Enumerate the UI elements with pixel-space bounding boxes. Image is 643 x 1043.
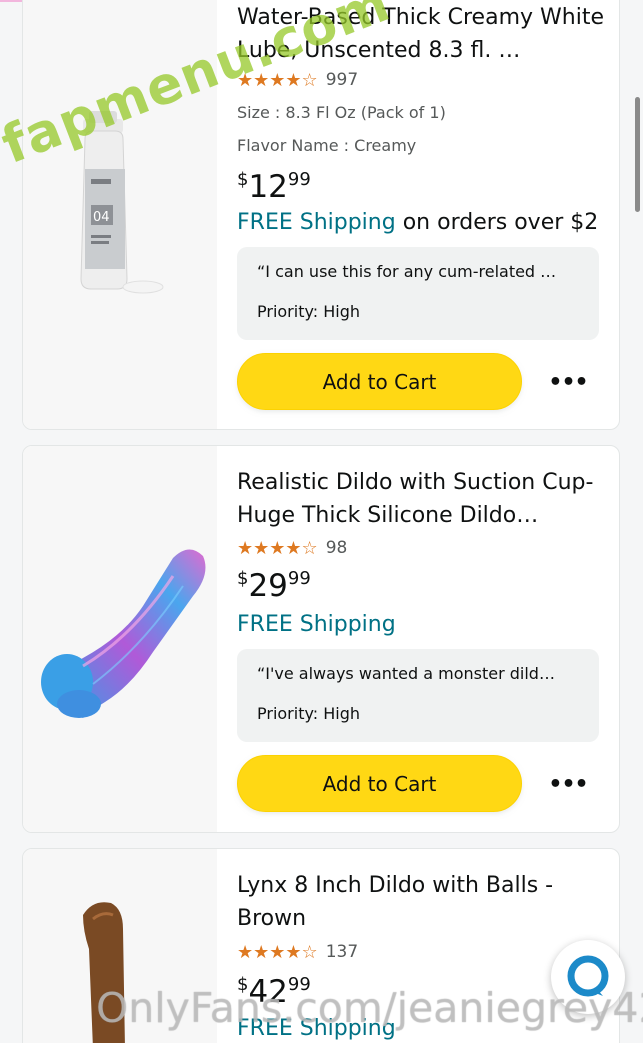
dildo-image <box>41 549 206 718</box>
shipping-info: FREE Shipping <box>237 608 396 642</box>
price-fraction: 99 <box>287 568 311 589</box>
add-to-cart-button[interactable]: Add to Cart <box>237 353 522 410</box>
rating-row[interactable]: ★★★★☆ 98 <box>237 535 347 561</box>
currency-symbol: $ <box>237 568 249 589</box>
price: $29 99 <box>237 566 311 606</box>
scrollbar[interactable] <box>635 97 640 212</box>
star-rating-icon: ★★★★☆ <box>237 941 318 963</box>
shipping-info: FREE Shipping on orders over $2 <box>237 206 598 240</box>
price-whole: 12 <box>248 169 288 205</box>
product-title[interactable]: Lynx 8 Inch Dildo with Balls - Brown <box>237 869 607 935</box>
free-shipping-label: FREE Shipping <box>237 612 396 637</box>
rating-count: 997 <box>325 70 359 90</box>
star-rating-icon: ★★★★☆ <box>237 537 318 559</box>
product-card: Realistic Dildo with Suction Cup-Huge Th… <box>22 445 620 833</box>
flavor-label: Flavor Name : Creamy <box>237 136 417 155</box>
free-shipping-label: FREE Shipping <box>237 210 396 235</box>
add-to-cart-button[interactable]: Add to Cart <box>237 755 522 812</box>
note-priority: Priority: High <box>257 302 361 321</box>
list-note[interactable]: “I've always wanted a monster dild… Prio… <box>237 649 599 742</box>
note-comment: “I've always wanted a monster dild… <box>257 664 555 683</box>
shipping-condition: on orders over $2 <box>395 210 599 235</box>
price-fraction: 99 <box>287 169 311 190</box>
product-title[interactable]: Realistic Dildo with Suction Cup-Huge Th… <box>237 466 607 532</box>
note-priority: Priority: High <box>257 704 361 723</box>
more-options-icon[interactable]: ••• <box>548 769 588 799</box>
price: $12 99 <box>237 167 311 207</box>
price-whole: 29 <box>248 568 288 604</box>
rating-row[interactable]: ★★★★☆ 137 <box>237 939 358 965</box>
currency-symbol: $ <box>237 169 249 190</box>
svg-text:04: 04 <box>93 210 110 225</box>
list-note[interactable]: “I can use this for any cum-related … Pr… <box>237 247 599 340</box>
product-image[interactable] <box>23 446 217 832</box>
rating-count: 98 <box>325 538 348 558</box>
more-options-icon[interactable]: ••• <box>548 367 588 397</box>
product-card: 04 Water-Based Thick Creamy White Lube, … <box>22 0 620 430</box>
note-comment: “I can use this for any cum-related … <box>257 262 557 281</box>
size-label: Size : 8.3 Fl Oz (Pack of 1) <box>237 103 446 122</box>
rating-count: 137 <box>325 942 359 962</box>
watermark-bottom: OnlyFans.com/jeaniegrey42 <box>96 984 643 1032</box>
